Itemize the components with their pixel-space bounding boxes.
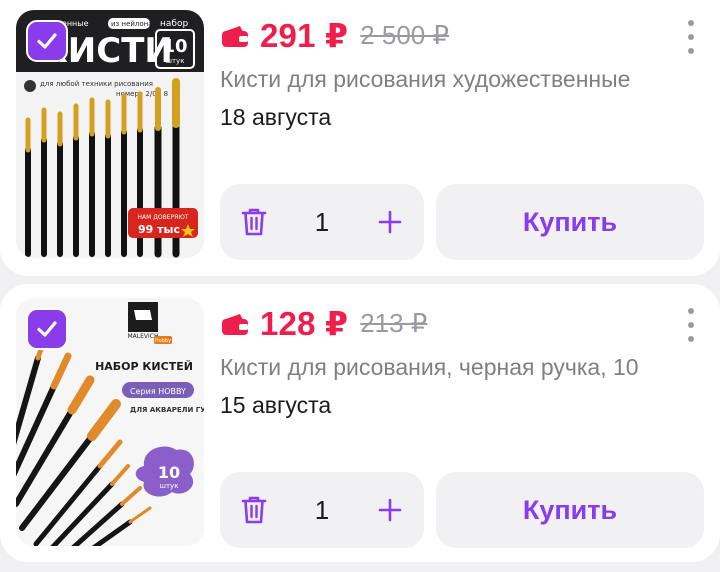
- svg-text:из нейлона: из нейлона: [111, 20, 153, 28]
- checkmark-icon: [37, 321, 57, 337]
- more-options-button[interactable]: [688, 20, 696, 54]
- more-options-button[interactable]: [688, 308, 696, 342]
- select-checkbox[interactable]: [26, 308, 68, 350]
- increase-button[interactable]: [374, 206, 406, 238]
- current-price: 128 ₽: [260, 305, 349, 342]
- select-checkbox[interactable]: [26, 20, 68, 62]
- cart-item-card: MALEVICH Hobby НАБОР КИСТЕЙ Серия HOBBY …: [0, 284, 720, 562]
- plus-icon: [378, 498, 402, 522]
- product-title[interactable]: Кисти для рисования художественные: [220, 66, 700, 93]
- buy-button[interactable]: Купить: [436, 184, 704, 260]
- cart-item-card: жественные из нейлона КИСТИ набор 10 шту…: [0, 0, 720, 276]
- dot-icon: [688, 34, 694, 40]
- wallet-card-icon: [222, 313, 248, 335]
- dot-icon: [688, 336, 694, 342]
- quantity-stepper: 1: [220, 184, 424, 260]
- svg-text:НАБОР КИСТЕЙ: НАБОР КИСТЕЙ: [95, 360, 193, 373]
- price-row: 128 ₽ 213 ₽: [220, 304, 427, 343]
- svg-text:10: 10: [162, 36, 187, 57]
- delete-button[interactable]: [238, 494, 270, 526]
- quantity-stepper: 1: [220, 472, 424, 548]
- current-price: 291 ₽: [260, 17, 349, 54]
- svg-text:10: 10: [158, 463, 180, 482]
- svg-text:ДЛЯ АКВАРЕЛИ ГУАШИ МАСЛА АКРИЛ: ДЛЯ АКВАРЕЛИ ГУАШИ МАСЛА АКРИЛА ТЕМПЕРЫ: [130, 406, 204, 414]
- price-row: 291 ₽ 2 500 ₽: [220, 16, 449, 55]
- dot-icon: [688, 308, 694, 314]
- quantity-value: 1: [314, 206, 330, 237]
- increase-button[interactable]: [374, 494, 406, 526]
- wallet-card-icon: [222, 25, 248, 47]
- svg-text:для любой техники рисования: для любой техники рисования: [40, 80, 153, 88]
- delete-button[interactable]: [238, 206, 270, 238]
- checkmark-icon: [37, 33, 57, 49]
- svg-text:99 тыс: 99 тыс: [138, 223, 180, 236]
- svg-text:Hobby: Hobby: [155, 338, 171, 344]
- product-image[interactable]: MALEVICH Hobby НАБОР КИСТЕЙ Серия HOBBY …: [16, 298, 204, 546]
- product-image[interactable]: жественные из нейлона КИСТИ набор 10 шту…: [16, 10, 204, 258]
- svg-text:Серия HOBBY: Серия HOBBY: [130, 387, 186, 396]
- trash-icon: [241, 208, 267, 236]
- dot-icon: [688, 48, 694, 54]
- delivery-date: 18 августа: [220, 104, 332, 130]
- product-title[interactable]: Кисти для рисования, черная ручка, 10: [220, 354, 700, 381]
- trash-icon: [241, 496, 267, 524]
- dot-icon: [688, 322, 694, 328]
- plus-icon: [378, 210, 402, 234]
- svg-text:штук: штук: [160, 482, 179, 490]
- svg-text:НАМ ДОВЕРЯЮТ: НАМ ДОВЕРЯЮТ: [138, 214, 189, 221]
- svg-text:набор: набор: [160, 19, 188, 29]
- old-price: 213 ₽: [360, 308, 428, 338]
- quantity-value: 1: [314, 494, 330, 525]
- delivery-date: 15 августа: [220, 392, 332, 418]
- old-price: 2 500 ₽: [360, 20, 450, 50]
- dot-icon: [688, 20, 694, 26]
- svg-text:MALEVICH: MALEVICH: [128, 333, 159, 340]
- buy-button[interactable]: Купить: [436, 472, 704, 548]
- svg-text:штук: штук: [166, 57, 185, 65]
